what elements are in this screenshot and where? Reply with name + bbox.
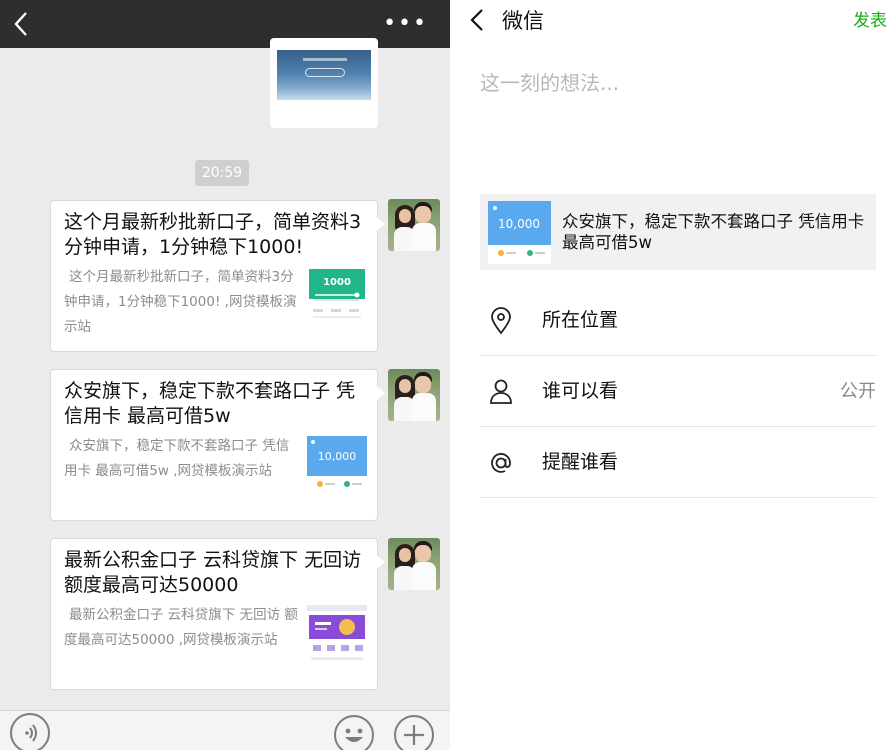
chevron-left-icon[interactable]: [12, 11, 30, 37]
thumbnail-text-line: [303, 58, 347, 61]
link-message-card-1[interactable]: 这个月最新秒批新口子，简单资料3分钟申请，1分钟稳下1000! 这个月最新秒批新…: [50, 200, 385, 352]
option-location[interactable]: 所在位置: [480, 285, 876, 356]
chat-top-bar: •••: [0, 0, 450, 48]
avatar[interactable]: [388, 199, 440, 251]
shared-link-thumbnail: 10,000: [488, 201, 551, 264]
message-title: 这个月最新秒批新口子，简单资料3分钟申请，1分钟稳下1000!: [64, 211, 362, 258]
emoji-icon[interactable]: [334, 715, 374, 750]
avatar[interactable]: [388, 369, 440, 421]
option-label: 谁可以看: [542, 380, 619, 402]
link-message-card-2[interactable]: 众安旗下，稳定下款不套路口子 凭信用卡 最高可借5w 众安旗下，稳定下款不套路口…: [50, 369, 385, 521]
previous-link-card[interactable]: [270, 38, 378, 128]
chat-input-bar: [0, 710, 450, 750]
user-icon: [490, 379, 512, 404]
message-thumbnail: 10,000: [307, 436, 367, 496]
chat-panel: ••• 20:59 这个月最新秒批新口子，简单资料3分钟申请，1分钟稳下1000…: [0, 0, 450, 750]
option-visibility[interactable]: 谁可以看 公开: [480, 356, 876, 427]
message-timestamp: 20:59: [195, 160, 249, 186]
loan-app-thumbnail-icon: 10,000: [488, 201, 551, 264]
message-description: 众安旗下，稳定下款不套路口子 凭信用卡 最高可借5w ,网贷模板演示站: [64, 438, 290, 479]
thumbnail-amount: 1000: [323, 277, 351, 288]
plus-icon[interactable]: [394, 715, 434, 750]
option-label: 所在位置: [542, 309, 619, 331]
shared-link-preview[interactable]: 10,000 众安旗下，稳定下款不套路口子 凭信用卡 最高可借5w: [480, 194, 876, 270]
option-label: 提醒谁看: [542, 451, 619, 473]
voice-icon[interactable]: [10, 713, 50, 750]
post-text-input[interactable]: 这一刻的想法...: [480, 70, 870, 96]
message-title: 最新公积金口子 云科贷旗下 无回访 额度最高可达50000: [64, 549, 362, 596]
at-icon: [491, 453, 511, 473]
location-pin-icon: [491, 307, 511, 335]
more-dots-icon[interactable]: •••: [383, 13, 428, 35]
message-thumbnail: 1000: [307, 267, 367, 327]
message-thumbnail: [307, 605, 367, 665]
compose-post-panel: 微信 发表 这一刻的想法... 10,000 众安旗下，稳定下款不套路口子 凭信…: [450, 0, 894, 750]
link-message-card-3[interactable]: 最新公积金口子 云科贷旗下 无回访 额度最高可达50000 最新公积金口子 云科…: [50, 538, 385, 690]
page-title: 微信: [502, 9, 544, 33]
shared-link-title: 众安旗下，稳定下款不套路口子 凭信用卡 最高可借5w: [562, 212, 865, 252]
thumbnail-amount: 10,000: [498, 217, 540, 231]
loan-app-thumbnail-icon: 10,000: [307, 436, 367, 496]
option-mention[interactable]: 提醒谁看: [480, 427, 876, 498]
message-description: 最新公积金口子 云科贷旗下 无回访 额度最高可达50000 ,网贷模板演示站: [64, 607, 298, 648]
chevron-left-icon[interactable]: [467, 8, 487, 32]
avatar[interactable]: [388, 538, 440, 590]
loan-app-thumbnail-icon: [307, 605, 367, 665]
previous-card-thumbnail: [277, 50, 371, 100]
publish-button[interactable]: 发表: [853, 10, 887, 32]
visibility-value: 公开: [840, 381, 876, 402]
message-title: 众安旗下，稳定下款不套路口子 凭信用卡 最高可借5w: [64, 380, 356, 427]
loan-app-thumbnail-icon: 1000: [307, 267, 367, 327]
thumbnail-button-shape: [305, 68, 345, 77]
thumbnail-amount: 10,000: [318, 450, 357, 463]
message-description: 这个月最新秒批新口子，简单资料3分钟申请，1分钟稳下1000! ,网贷模板演示站: [64, 269, 297, 335]
